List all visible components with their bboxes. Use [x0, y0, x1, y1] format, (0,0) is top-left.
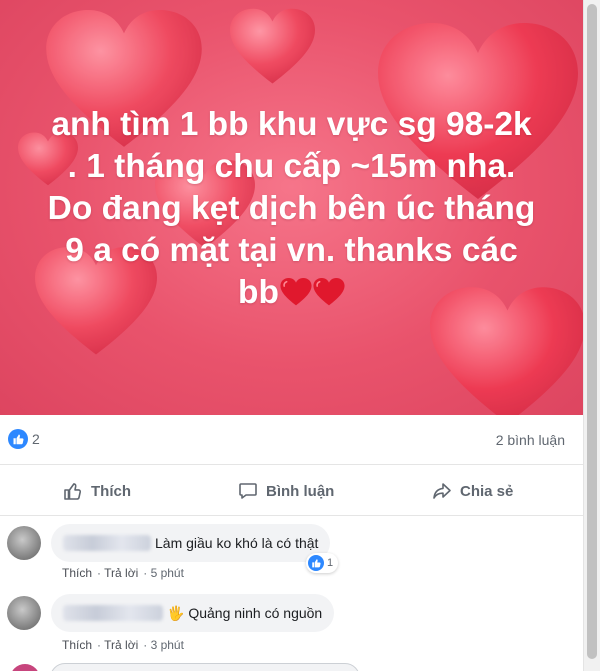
- post-image[interactable]: anh tìm 1 bb khu vực sg 98-2k . 1 tháng …: [0, 0, 583, 415]
- heart-decoration: [230, 6, 315, 88]
- comment-meta: Thích · Trả lời · 3 phút: [62, 638, 184, 652]
- comment-reaction-count: 1: [327, 557, 334, 569]
- like-reaction-icon[interactable]: [8, 429, 28, 449]
- like-reaction-icon: [308, 555, 324, 571]
- post-card: anh tìm 1 bb khu vực sg 98-2k . 1 tháng …: [0, 0, 583, 671]
- post-actions: Thích Bình luận Chia sẻ: [0, 466, 583, 516]
- comment-text: Làm giầu ko khó là có thật: [155, 535, 319, 551]
- comment-time[interactable]: 5 phút: [151, 566, 184, 580]
- comment-item: 🖐 Quảng ninh có nguồn Thích · Trả lời · 3 …: [0, 592, 583, 662]
- heart-emoji-icon: [313, 275, 345, 306]
- comment-input[interactable]: [50, 663, 360, 671]
- like-label: Thích: [91, 482, 131, 500]
- post-text-line: 9 a có mặt tại vn. thanks các: [65, 232, 518, 269]
- comment-icon: [239, 483, 257, 499]
- share-label: Chia sẻ: [460, 482, 514, 500]
- scrollbar[interactable]: [583, 0, 600, 671]
- thumbs-up-icon: [64, 483, 82, 500]
- comment-count[interactable]: 2 bình luận: [496, 432, 565, 448]
- post-text: anh tìm 1 bb khu vực sg 98-2k . 1 tháng …: [10, 104, 573, 314]
- avatar[interactable]: [7, 526, 41, 560]
- like-button[interactable]: Thích: [63, 480, 131, 502]
- comment-text: 🖐 Quảng ninh có nguồn: [167, 604, 323, 621]
- share-button[interactable]: Chia sẻ: [432, 480, 513, 502]
- comment-like-link[interactable]: Thích: [62, 638, 92, 652]
- comment-reply-link[interactable]: Trả lời: [104, 566, 138, 580]
- avatar[interactable]: [10, 664, 40, 671]
- comment-meta: Thích · Trả lời · 5 phút: [62, 566, 184, 580]
- post-text-line-last: bb: [10, 272, 573, 314]
- comment-item: Làm giầu ko khó là có thật 1 Thích · Trả …: [0, 522, 583, 584]
- comment-reaction-badge[interactable]: 1: [306, 553, 339, 573]
- post-text-line: . 1 tháng chu cấp ~15m nha.: [67, 148, 516, 185]
- comment-bubble: 🖐 Quảng ninh có nguồn: [51, 594, 335, 632]
- commenter-name-blurred[interactable]: [63, 535, 151, 551]
- reactions-bar: 2 2 bình luận: [0, 415, 583, 465]
- post-text-line: Do đang kẹt dịch bên úc tháng: [47, 190, 536, 227]
- share-icon: [433, 483, 451, 499]
- heart-emoji-icon: [280, 275, 312, 306]
- avatar[interactable]: [7, 596, 41, 630]
- post-text-line: anh tìm 1 bb khu vực sg 98-2k: [51, 106, 532, 143]
- comment-button[interactable]: Bình luận: [238, 480, 334, 502]
- commenter-name-blurred[interactable]: [63, 605, 163, 621]
- like-count[interactable]: 2: [32, 431, 40, 447]
- post-text-line: bb: [238, 274, 279, 311]
- comment-reply-link[interactable]: Trả lời: [104, 638, 138, 652]
- comment-time[interactable]: 3 phút: [151, 638, 184, 652]
- comment-label: Bình luận: [266, 482, 335, 500]
- comment-bubble: Làm giầu ko khó là có thật: [51, 524, 331, 562]
- scrollbar-thumb[interactable]: [587, 4, 597, 659]
- comment-like-link[interactable]: Thích: [62, 566, 92, 580]
